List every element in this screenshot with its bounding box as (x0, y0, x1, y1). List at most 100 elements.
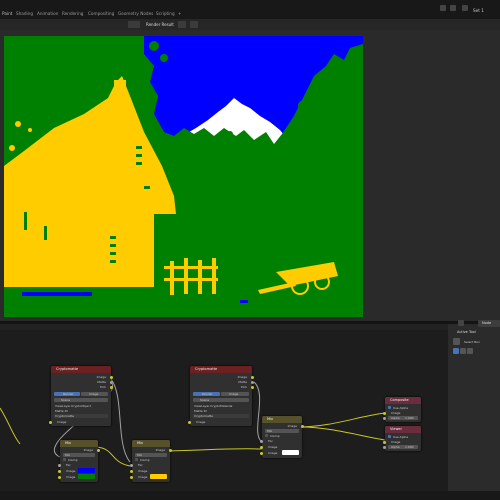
clamp-label: Clamp (140, 458, 150, 462)
output-socket[interactable] (251, 381, 254, 384)
cryptomatte-node-object[interactable]: Cryptomatte Image Matte Pick Render Imag… (49, 366, 113, 426)
output-label: Image (287, 424, 297, 428)
color-swatch-white[interactable] (282, 450, 299, 455)
input-socket[interactable] (260, 440, 263, 443)
select-mode-extend-icon[interactable] (460, 348, 466, 354)
use-alpha-checkbox[interactable] (388, 435, 391, 438)
input-label: Image (138, 475, 148, 479)
input-socket[interactable] (260, 446, 263, 449)
input-label: Image (391, 411, 401, 415)
output-label: Matte (238, 380, 247, 384)
output-socket[interactable] (110, 381, 113, 384)
layer-name: ViewLayer.CryptoMaterial (194, 404, 233, 408)
input-socket[interactable] (383, 417, 386, 420)
link-mix2-mix3 (167, 448, 263, 452)
tab-scripting[interactable]: Scripting (156, 11, 175, 16)
blend-type-value: Mix (137, 453, 143, 457)
tab-rendering[interactable]: Rendering (62, 11, 83, 16)
use-alpha-label: Use Alpha (393, 406, 409, 410)
input-socket[interactable] (188, 421, 191, 424)
matte-id-label: Matte ID (55, 409, 68, 413)
output-socket[interactable] (169, 449, 172, 452)
input-label: Image (138, 469, 148, 473)
clamp-checkbox[interactable] (135, 458, 138, 461)
use-alpha-label: Use Alpha (393, 435, 409, 439)
tab-geometry-nodes[interactable]: Geometry Nodes (118, 11, 153, 16)
clamp-checkbox[interactable] (265, 434, 268, 437)
output-label: Matte (97, 380, 106, 384)
link-mix3-viewer (299, 426, 386, 441)
image-browse-icon[interactable] (128, 21, 140, 28)
select-mode-new-icon[interactable] (453, 348, 459, 354)
color-swatch-green[interactable] (78, 474, 95, 479)
input-socket[interactable] (383, 412, 386, 415)
output-label: Pick (241, 385, 247, 389)
input-socket[interactable] (49, 421, 52, 424)
input-socket[interactable] (58, 470, 61, 473)
active-tool-heading: Active Tool (457, 330, 476, 334)
output-label: Image (155, 448, 165, 452)
view-layer-icon[interactable] (462, 5, 468, 11)
cryptomatte-node-material[interactable]: Cryptomatte Image Matte Pick Render Imag… (188, 366, 254, 426)
input-label: Image (196, 420, 206, 424)
input-label: Image (268, 451, 278, 455)
node-title: Cryptomatte (51, 366, 111, 373)
output-socket[interactable] (251, 386, 254, 389)
alpha-value: 1.000 (405, 445, 414, 449)
input-socket[interactable] (58, 464, 61, 467)
select-box-icon[interactable] (453, 338, 460, 345)
viewer-node[interactable]: Viewer Use Alpha Image Alpha 1.000 (383, 426, 421, 451)
input-label: Image (66, 469, 76, 473)
color-swatch-blue[interactable] (78, 468, 95, 473)
fac-label: Fac (138, 463, 143, 467)
mix-node-white[interactable]: Mix Image Mix Clamp Fac Image Image (260, 416, 304, 458)
browse-scene-icon[interactable] (450, 5, 456, 11)
tab-paint[interactable]: Paint (2, 11, 12, 16)
sidebar-tab-label: Node (482, 321, 492, 325)
tab-shading[interactable]: Shading (16, 11, 33, 16)
tab-animation[interactable]: Animation (37, 11, 58, 16)
render-result-image (4, 36, 363, 317)
image-slot-icon[interactable] (178, 21, 186, 28)
image-name[interactable]: Render Result (146, 22, 174, 27)
clamp-label: Clamp (270, 434, 280, 438)
fac-label: Fac (268, 439, 273, 443)
tool-icon[interactable] (458, 320, 464, 326)
input-label: Image (57, 420, 67, 424)
mix-node-yellow[interactable]: Mix Image Mix Clamp Fac Image Image (130, 440, 172, 482)
scene-icon[interactable] (440, 5, 446, 11)
input-socket[interactable] (383, 441, 386, 444)
input-socket[interactable] (130, 464, 133, 467)
tab-compositing[interactable]: Compositing (88, 11, 114, 16)
link-layer1-mix2 (109, 377, 131, 463)
color-swatch-yellow[interactable] (150, 474, 167, 479)
use-alpha-checkbox[interactable] (388, 406, 391, 409)
composite-node[interactable]: Composite Use Alpha Image Alpha 1.000 (383, 397, 421, 422)
output-socket[interactable] (251, 376, 254, 379)
input-socket[interactable] (130, 470, 133, 473)
scene-name[interactable]: Set 1 (473, 8, 484, 13)
input-socket[interactable] (58, 476, 61, 479)
link-layer2-mix3 (253, 381, 263, 443)
link-mix3-composite (299, 412, 386, 428)
add-workspace-button[interactable]: + (178, 11, 182, 16)
output-socket[interactable] (110, 386, 113, 389)
node-title: Mix (60, 440, 98, 447)
matte-id-value: Cryptomatte (194, 414, 213, 418)
blend-type-value: Mix (267, 429, 273, 433)
output-socket[interactable] (97, 449, 100, 452)
node-title: Viewer (385, 426, 421, 433)
output-socket[interactable] (301, 425, 304, 428)
clamp-label: Clamp (68, 458, 78, 462)
blend-type-value: Mix (65, 453, 71, 457)
input-socket[interactable] (260, 452, 263, 455)
select-mode-subtract-icon[interactable] (467, 348, 473, 354)
alpha-label: Alpha (391, 416, 400, 420)
close-icon[interactable] (190, 21, 198, 28)
clamp-checkbox[interactable] (63, 458, 66, 461)
node-title: Composite (385, 397, 421, 404)
mix-node-blue[interactable]: Mix Image Mix Clamp Fac Image Image (58, 440, 100, 482)
input-socket[interactable] (130, 476, 133, 479)
output-socket[interactable] (110, 376, 113, 379)
input-socket[interactable] (383, 446, 386, 449)
